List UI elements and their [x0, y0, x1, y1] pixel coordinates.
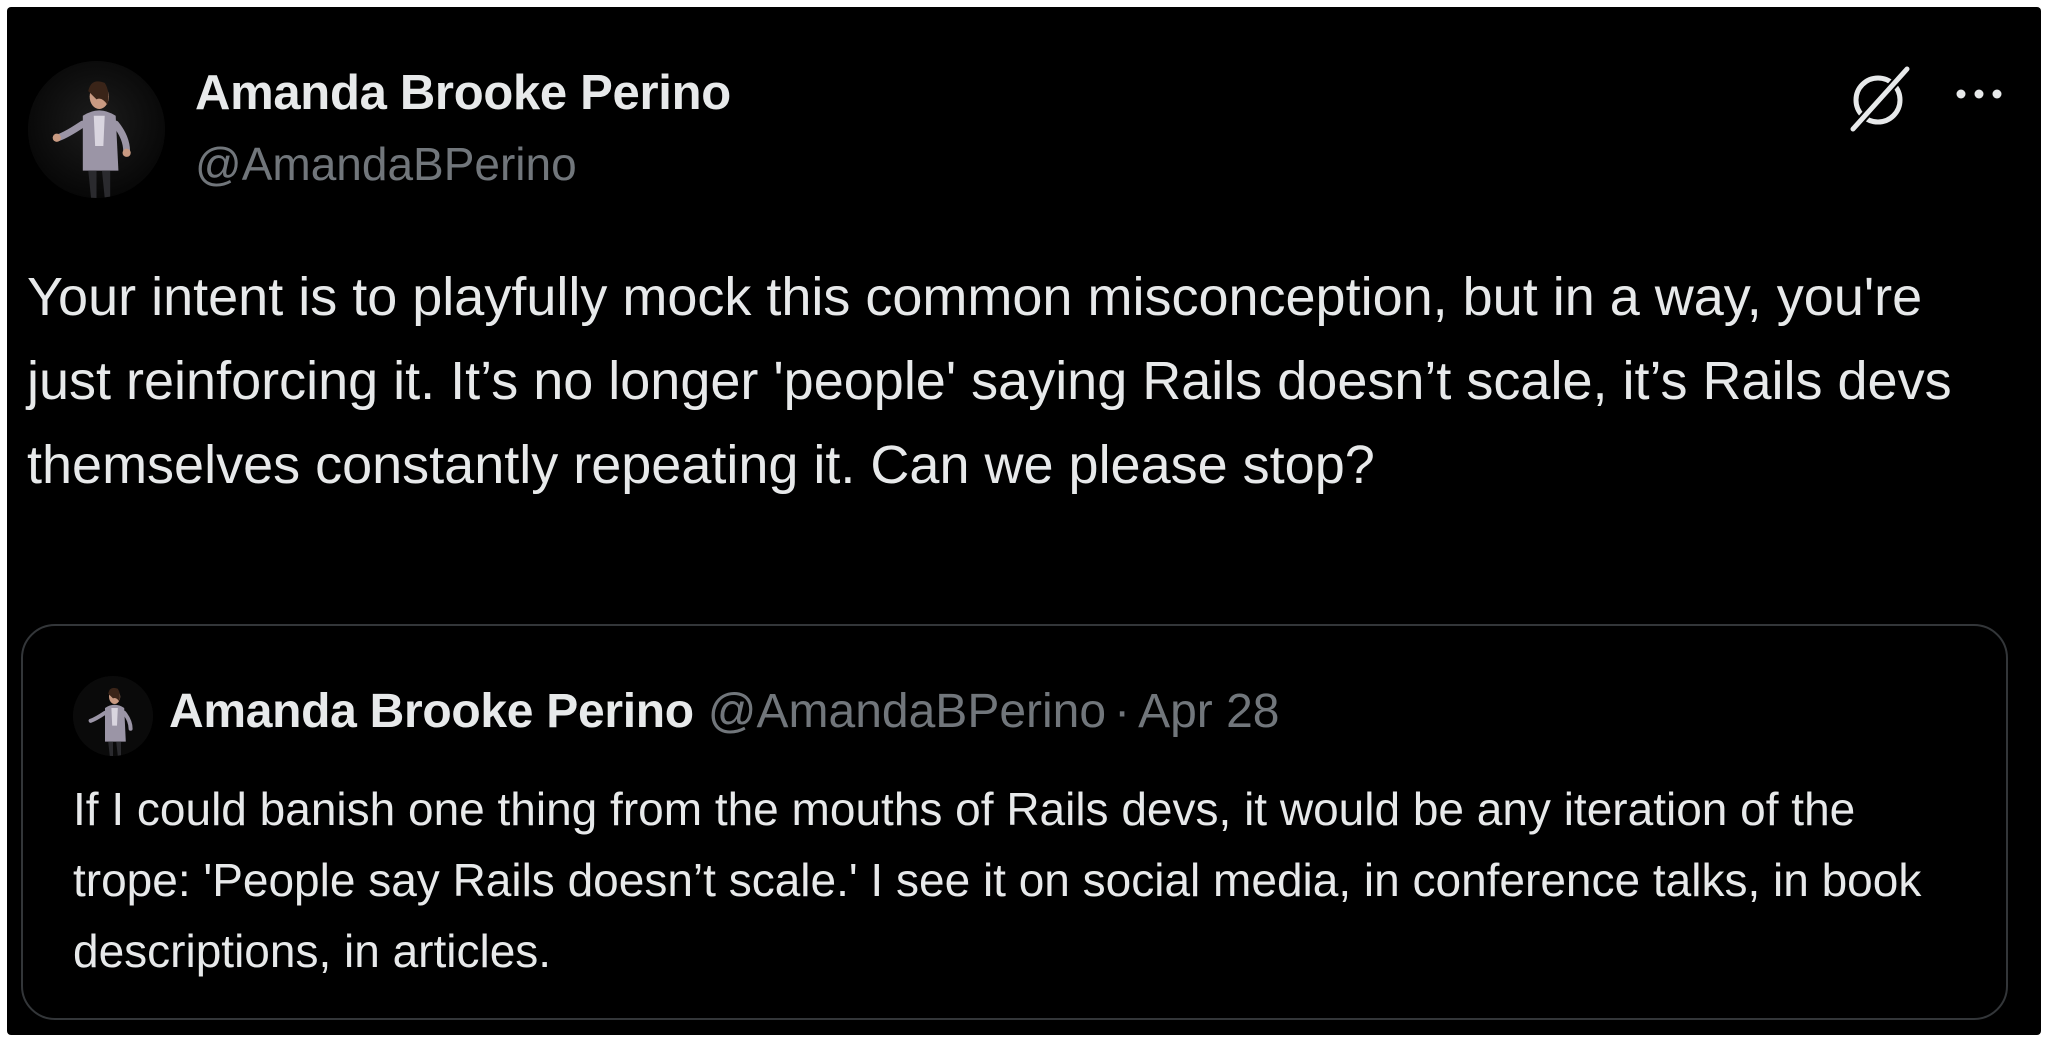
quoted-author-name[interactable]: Amanda Brooke Perino: [169, 685, 694, 738]
grok-icon[interactable]: [1845, 63, 1915, 134]
author-handle[interactable]: @AmandaBPerino: [195, 137, 577, 191]
separator-dot: ·: [1114, 685, 1131, 738]
quoted-author-avatar[interactable]: [73, 676, 153, 756]
quoted-tweet[interactable]: Amanda Brooke Perino @AmandaBPerino · Apr 2…: [21, 624, 2008, 1020]
quoted-tweet-date[interactable]: Apr 28: [1138, 685, 1279, 738]
tweet-text: Your intent is to playfully mock this co…: [27, 267, 1952, 495]
quoted-tweet-text: If I could banish one thing from the mou…: [73, 783, 1922, 977]
quoted-tweet-header: Amanda Brooke Perino @AmandaBPerino · Apr 2…: [169, 684, 1279, 739]
author-avatar[interactable]: [28, 61, 165, 198]
profile-photo-icon: [28, 61, 165, 198]
tweet-card: Amanda Brooke Perino @AmandaBPerino Your…: [7, 7, 2041, 1035]
author-name[interactable]: Amanda Brooke Perino: [195, 65, 731, 121]
more-icon[interactable]: [1951, 77, 2007, 111]
quoted-author-handle[interactable]: @AmandaBPerino: [708, 685, 1106, 738]
profile-photo-icon: [73, 676, 153, 756]
